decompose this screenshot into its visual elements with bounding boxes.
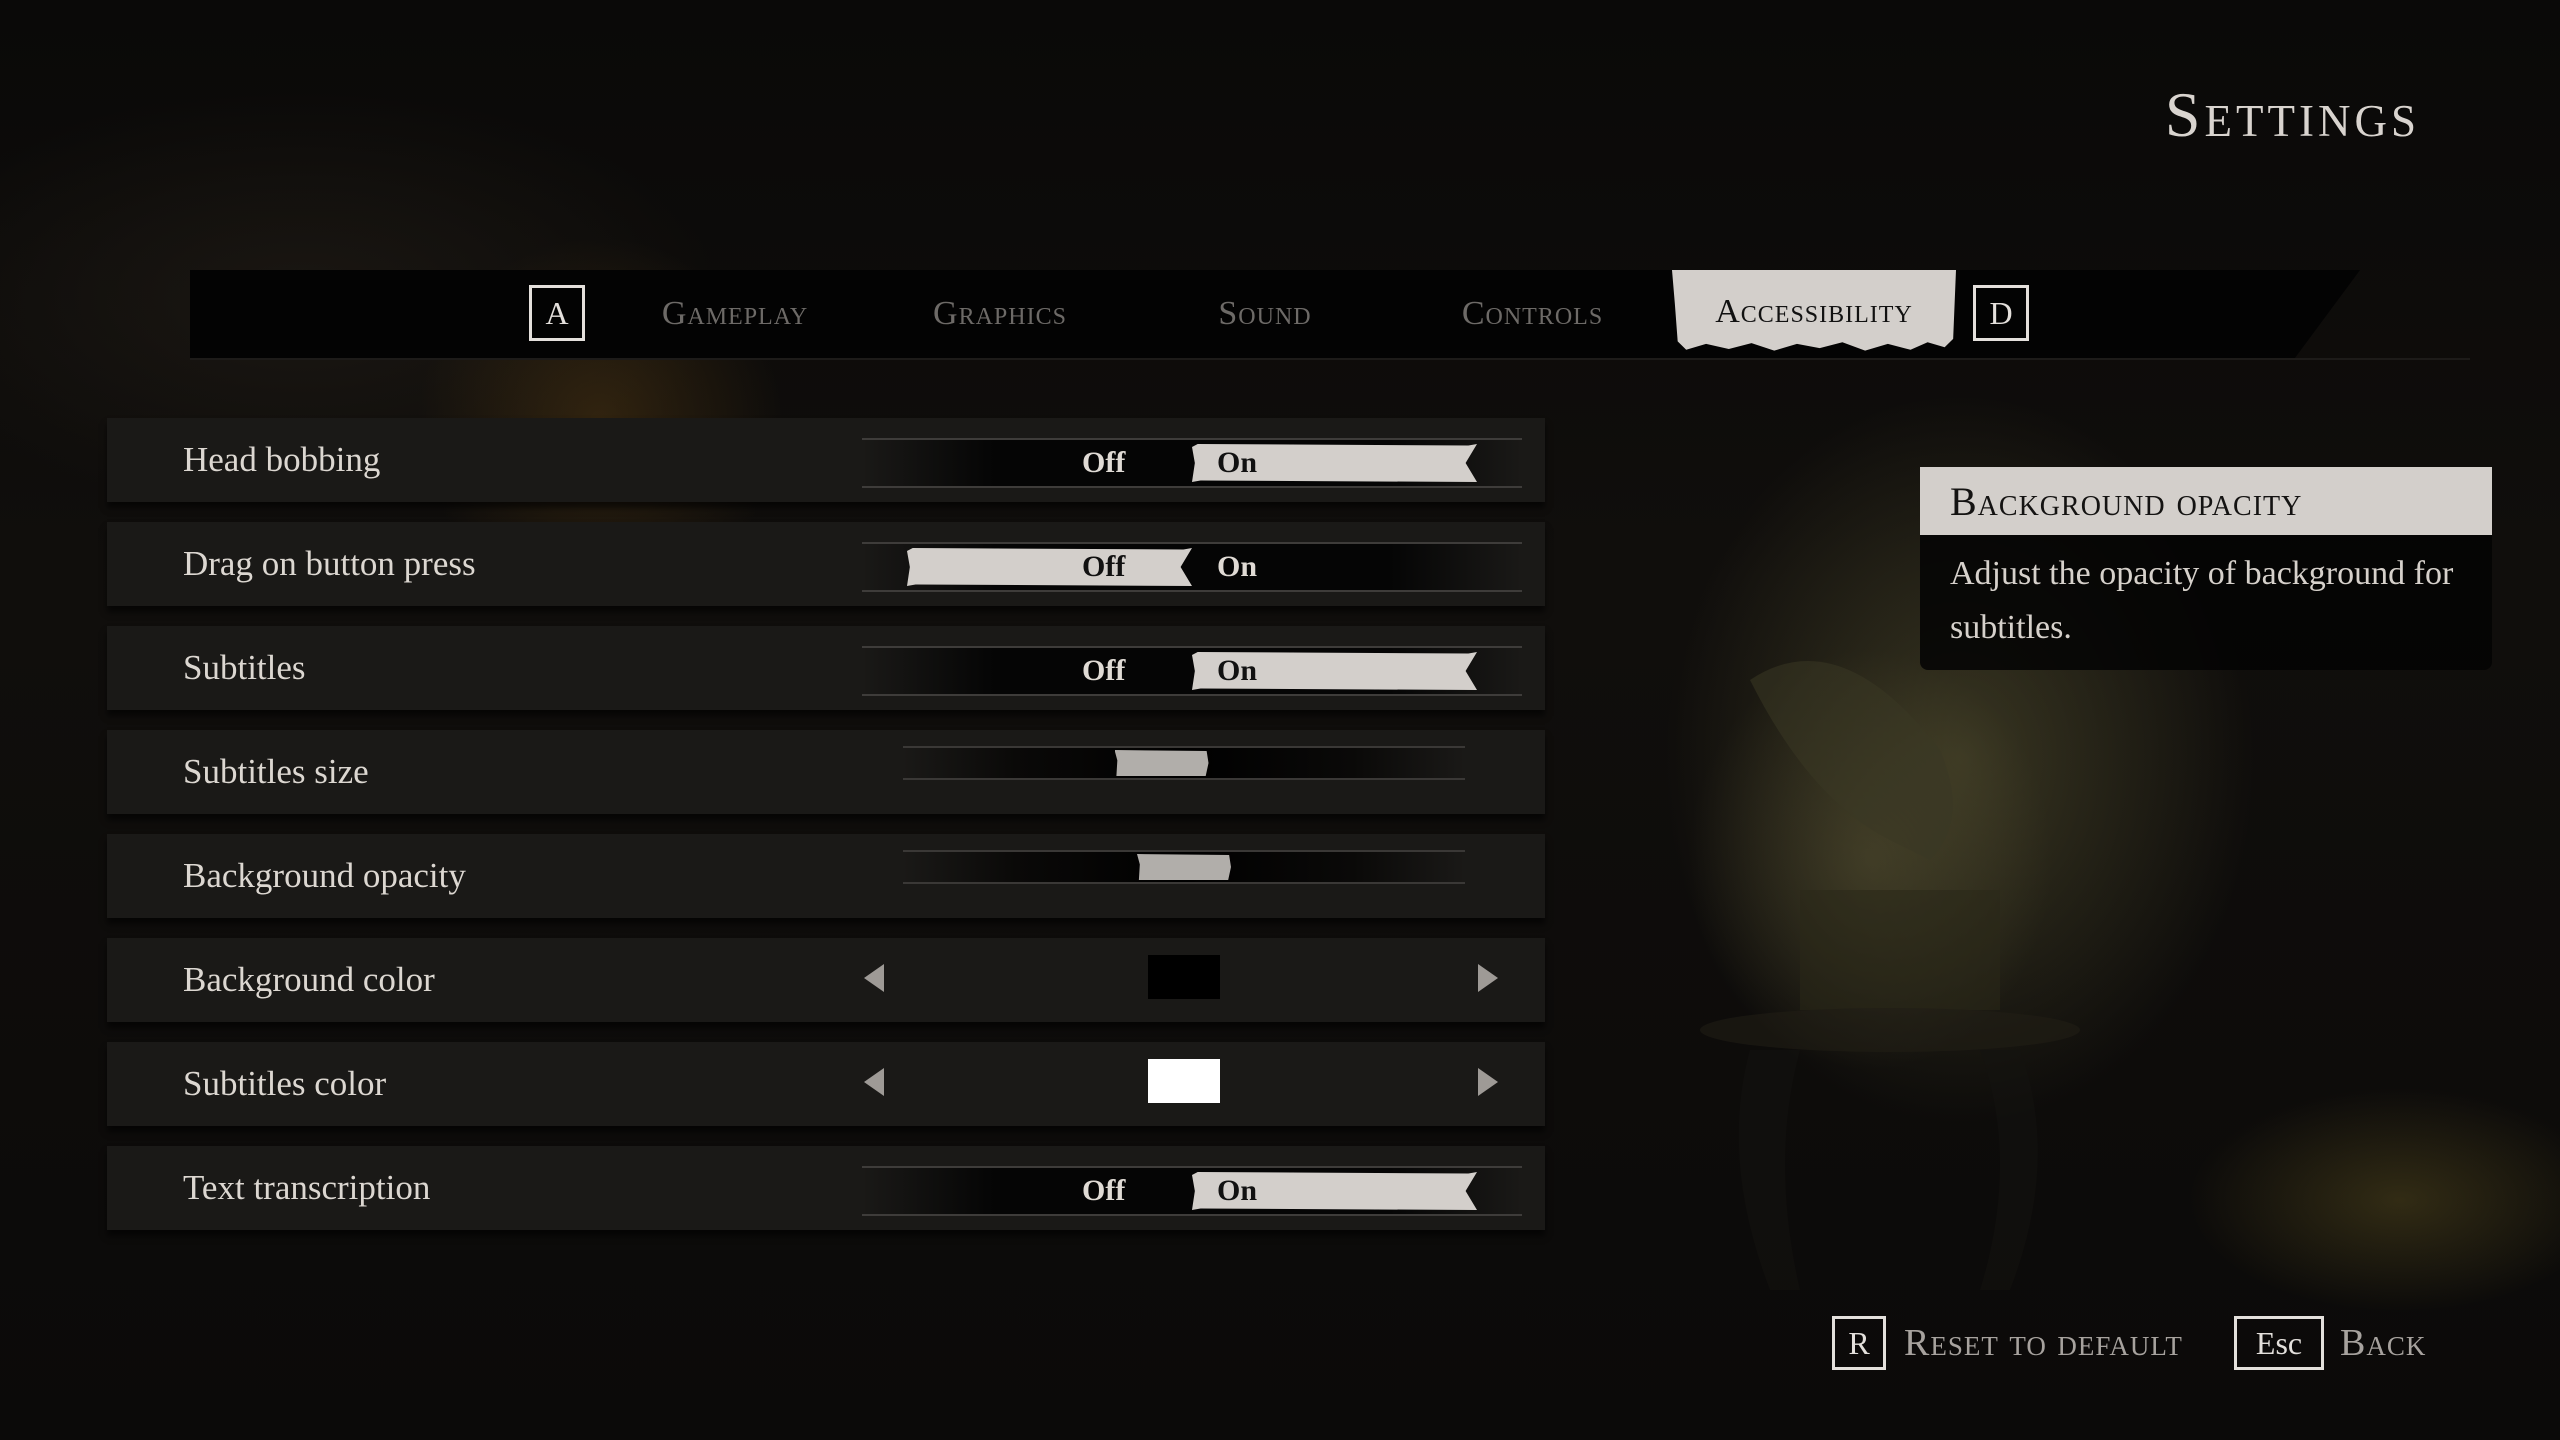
toggle-option-off[interactable]: Off — [1082, 652, 1125, 690]
triangle-right-icon[interactable] — [1478, 1068, 1498, 1096]
description-title: Background opacity — [1920, 467, 2492, 535]
setting-label: Subtitles — [183, 648, 306, 687]
tab-sound[interactable]: Sound — [1190, 270, 1340, 358]
toggle-option-on[interactable]: On — [1217, 548, 1257, 586]
setting-label: Subtitles size — [183, 752, 369, 791]
tab-gameplay[interactable]: Gameplay — [640, 270, 830, 358]
slider-handle[interactable] — [1114, 750, 1209, 776]
background-color-swatch — [1148, 955, 1220, 999]
toggle-option-on[interactable]: On — [1217, 1172, 1257, 1210]
reset-key-button[interactable]: R — [1832, 1316, 1886, 1370]
tab-controls[interactable]: Controls — [1430, 270, 1635, 358]
reset-to-default-button[interactable]: Reset to default — [1904, 1316, 2183, 1370]
setting-row-subtitles-color[interactable]: Subtitles color — [107, 1042, 1545, 1126]
subtitles-toggle[interactable]: Off On — [862, 646, 1522, 696]
setting-row-head-bobbing[interactable]: Head bobbing Off On — [107, 418, 1545, 502]
text-transcription-toggle[interactable]: Off On — [862, 1166, 1522, 1216]
page-title: Settings — [2164, 79, 2420, 150]
tab-graphics[interactable]: Graphics — [900, 270, 1100, 358]
head-bobbing-toggle[interactable]: Off On — [862, 438, 1522, 488]
subtitles-color-swatch — [1148, 1059, 1220, 1103]
toggle-selected-highlight — [907, 548, 1192, 586]
setting-label: Background opacity — [183, 856, 466, 895]
setting-label: Subtitles color — [183, 1064, 387, 1103]
prev-tab-key-button[interactable]: A — [529, 285, 585, 341]
tab-accessibility[interactable]: Accessibility — [1672, 270, 1956, 351]
back-button[interactable]: Back — [2340, 1316, 2426, 1370]
setting-row-drag-on-button-press[interactable]: Drag on button press Off On — [107, 522, 1545, 606]
tab-bar-divider — [190, 358, 2470, 360]
slider-handle[interactable] — [1137, 854, 1231, 880]
setting-row-subtitles-size[interactable]: Subtitles size — [107, 730, 1545, 814]
setting-label: Background color — [183, 960, 435, 999]
toggle-option-on[interactable]: On — [1217, 652, 1257, 690]
background-opacity-slider[interactable] — [903, 850, 1465, 884]
setting-row-text-transcription[interactable]: Text transcription Off On — [107, 1146, 1545, 1230]
esc-key-button[interactable]: Esc — [2234, 1316, 2324, 1370]
setting-label: Drag on button press — [183, 544, 476, 583]
subtitles-size-slider[interactable] — [903, 746, 1465, 780]
toggle-option-off[interactable]: Off — [1082, 1172, 1125, 1210]
triangle-left-icon[interactable] — [864, 1068, 884, 1096]
setting-row-background-opacity[interactable]: Background opacity — [107, 834, 1545, 918]
gramophone-illustration — [1700, 661, 2080, 1290]
toggle-option-off[interactable]: Off — [1082, 548, 1125, 586]
setting-label: Head bobbing — [183, 440, 381, 479]
drag-on-button-press-toggle[interactable]: Off On — [862, 542, 1522, 592]
setting-row-background-color[interactable]: Background color — [107, 938, 1545, 1022]
setting-description-panel: Background opacity Adjust the opacity of… — [1920, 467, 2492, 670]
toggle-option-on[interactable]: On — [1217, 444, 1257, 482]
next-tab-key-button[interactable]: D — [1973, 285, 2029, 341]
setting-label: Text transcription — [183, 1168, 431, 1207]
description-text: Adjust the opacity of background for sub… — [1950, 555, 2454, 646]
triangle-left-icon[interactable] — [864, 964, 884, 992]
toggle-option-off[interactable]: Off — [1082, 444, 1125, 482]
triangle-right-icon[interactable] — [1478, 964, 1498, 992]
setting-row-subtitles[interactable]: Subtitles Off On — [107, 626, 1545, 710]
